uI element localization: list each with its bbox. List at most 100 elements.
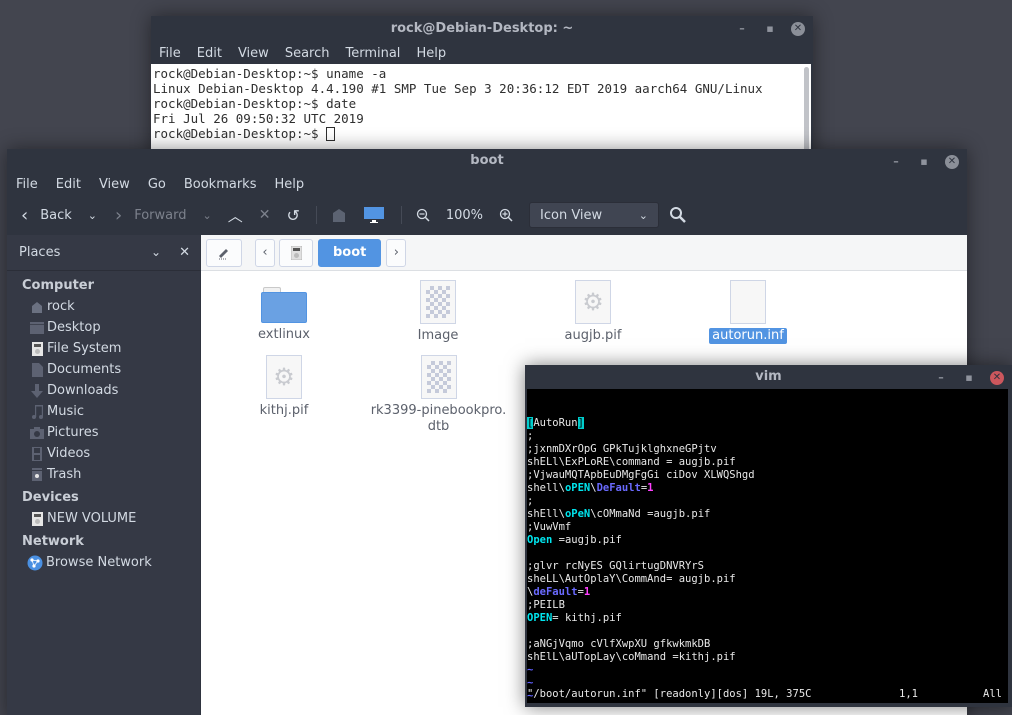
close-button[interactable]: ✕ bbox=[945, 155, 959, 169]
vim-line: ;glvr rcNyES GQlirtugDNVRYrS bbox=[527, 560, 1008, 573]
forward-history-dropdown[interactable]: ⌄ bbox=[202, 209, 211, 222]
computer-button[interactable] bbox=[363, 206, 385, 224]
vim-window: vim – ▪ ✕ [AutoRun]; ;jxnmDXrOpG GPkTujkl… bbox=[525, 365, 1012, 707]
music-icon bbox=[30, 404, 44, 419]
vim-text: ;glvr rcNyES GQlirtugDNVRYrS bbox=[527, 560, 705, 572]
vim-editor[interactable]: [AutoRun]; ;jxnmDXrOpG GPkTujklghxneGPjtv… bbox=[527, 389, 1008, 703]
menu-search[interactable]: Search bbox=[285, 46, 330, 61]
file-name: kithj.pif bbox=[259, 403, 309, 418]
menu-file[interactable]: File bbox=[16, 177, 38, 192]
vim-titlebar[interactable]: vim – ▪ ✕ bbox=[525, 365, 1012, 389]
terminal-output[interactable]: rock@Debian-Desktop:~$ uname -a Linux Deb… bbox=[151, 64, 811, 156]
chevron-right-icon: › bbox=[114, 204, 123, 226]
vim-line: shell\oPEN\DeFault=1 bbox=[527, 482, 1008, 495]
close-button[interactable]: ✕ bbox=[990, 371, 1004, 385]
menu-go[interactable]: Go bbox=[148, 177, 166, 192]
toolbar-separator bbox=[315, 206, 317, 224]
path-scroll-left-button[interactable]: ‹ bbox=[255, 238, 275, 267]
menu-terminal[interactable]: Terminal bbox=[345, 46, 400, 61]
menu-file[interactable]: File bbox=[159, 46, 181, 61]
vim-title: vim bbox=[755, 369, 782, 384]
camera-icon bbox=[30, 426, 44, 440]
file-name-line: dtb bbox=[427, 419, 450, 434]
executable-file-icon: ⚙ bbox=[575, 280, 611, 324]
vim-line: ; bbox=[527, 495, 1008, 508]
home-button[interactable] bbox=[331, 207, 347, 223]
menu-bookmarks[interactable]: Bookmarks bbox=[184, 177, 257, 192]
path-current-button[interactable]: boot bbox=[318, 238, 382, 267]
path-root-button[interactable] bbox=[279, 238, 313, 267]
menu-view[interactable]: View bbox=[99, 177, 130, 192]
minimize-button[interactable]: – bbox=[934, 371, 948, 385]
pencil-icon bbox=[219, 248, 228, 259]
menu-help[interactable]: Help bbox=[274, 177, 304, 192]
file-name: autorun.inf bbox=[709, 328, 787, 344]
reload-button[interactable]: ↺ bbox=[286, 206, 299, 225]
vim-text: = kithj.pif bbox=[552, 612, 622, 624]
file-item[interactable]: ⚙ augjb.pif bbox=[533, 280, 653, 344]
minimize-button[interactable]: – bbox=[735, 22, 749, 36]
back-button[interactable]: ‹ Back bbox=[21, 205, 72, 226]
vim-line: ;PEILB bbox=[527, 599, 1008, 612]
edit-location-button[interactable] bbox=[206, 238, 242, 267]
maximize-button[interactable]: ▪ bbox=[763, 22, 777, 36]
forward-button[interactable]: › Forward bbox=[115, 205, 186, 226]
sidebar-item-label: Downloads bbox=[47, 383, 119, 398]
sidebar-item-downloads[interactable]: Downloads bbox=[7, 380, 200, 401]
sidebar-item-rock[interactable]: rock bbox=[7, 296, 200, 317]
vim-line: shEll\oPeN\cOMmaNd =augjb.pif bbox=[527, 508, 1008, 521]
back-history-dropdown[interactable]: ⌄ bbox=[88, 209, 97, 222]
zoom-in-button[interactable] bbox=[499, 208, 513, 222]
vim-text: shELl\ExPLoRE\command = augjb.pif bbox=[527, 456, 736, 468]
sidebar-item-documents[interactable]: Documents bbox=[7, 359, 200, 380]
film-icon bbox=[30, 446, 44, 461]
sidebar-item-new-volume[interactable]: NEW VOLUME bbox=[7, 508, 200, 529]
terminal-scrollbar[interactable] bbox=[804, 67, 809, 155]
zoom-out-button[interactable] bbox=[416, 208, 430, 222]
terminal-titlebar[interactable]: rock@Debian-Desktop: ~ – ▪ ✕ bbox=[151, 16, 813, 42]
menu-edit[interactable]: Edit bbox=[56, 177, 81, 192]
sidebar-item-desktop[interactable]: Desktop bbox=[7, 317, 200, 338]
up-button[interactable]: ︿ bbox=[228, 205, 243, 226]
sidebar-item-music[interactable]: Music bbox=[7, 401, 200, 422]
file-item[interactable]: autorun.inf bbox=[688, 280, 808, 344]
maximize-button[interactable]: ▪ bbox=[962, 371, 976, 385]
minimize-button[interactable]: – bbox=[889, 155, 903, 169]
sidebar-item-videos[interactable]: Videos bbox=[7, 443, 200, 464]
vim-text: OPEN bbox=[527, 612, 553, 624]
sidebar-close-button[interactable]: ✕ bbox=[179, 245, 190, 260]
places-sidebar: Places ⌄ ✕ Computer rock Desktop File Sy… bbox=[7, 235, 200, 715]
file-item[interactable]: Image bbox=[378, 280, 498, 344]
search-button[interactable] bbox=[669, 206, 687, 224]
file-item[interactable]: extlinux bbox=[224, 287, 344, 343]
file-manager-titlebar[interactable]: boot – ▪ ✕ bbox=[7, 149, 967, 173]
path-scroll-right-button[interactable]: › bbox=[386, 238, 407, 267]
maximize-button[interactable]: ▪ bbox=[917, 155, 931, 169]
vim-scroll-position: All bbox=[983, 688, 1002, 700]
toolbar: ‹ Back ⌄ › Forward ⌄ ︿ ✕ ↺ 100% Icon Vie… bbox=[7, 195, 967, 235]
sidebar-item-browse-network[interactable]: Browse Network bbox=[7, 552, 200, 573]
file-item[interactable]: ⚙ kithj.pif bbox=[224, 355, 344, 419]
sidebar-item-file-system[interactable]: File System bbox=[7, 338, 200, 359]
sidebar-item-label: NEW VOLUME bbox=[47, 511, 137, 526]
menu-help[interactable]: Help bbox=[416, 46, 446, 61]
sidebar-item-trash[interactable]: Trash bbox=[7, 464, 200, 485]
back-label: Back bbox=[40, 207, 72, 223]
sidebar-item-label: Videos bbox=[47, 446, 91, 461]
file-item[interactable]: rk3399-pinebookpro. dtb bbox=[356, 355, 521, 435]
vim-text: sheLL\AutOplaY\CommAnd= augjb.pif bbox=[527, 573, 736, 585]
sidebar-mode-dropdown[interactable]: ⌄ bbox=[151, 245, 161, 260]
file-manager-title: boot bbox=[470, 153, 504, 168]
download-icon bbox=[30, 383, 44, 398]
desktop-icon bbox=[30, 321, 44, 335]
stop-button[interactable]: ✕ bbox=[259, 207, 271, 223]
menu-edit[interactable]: Edit bbox=[197, 46, 222, 61]
menu-view[interactable]: View bbox=[238, 46, 269, 61]
home-icon bbox=[332, 209, 345, 222]
close-button[interactable]: ✕ bbox=[791, 22, 805, 36]
sidebar-item-pictures[interactable]: Pictures bbox=[7, 422, 200, 443]
computer-icon bbox=[363, 207, 384, 223]
terminal-line: Linux Debian-Desktop 4.4.190 #1 SMP Tue … bbox=[153, 81, 763, 96]
view-mode-value: Icon View bbox=[540, 207, 603, 223]
view-mode-select[interactable]: Icon View ⌄ bbox=[529, 202, 660, 228]
